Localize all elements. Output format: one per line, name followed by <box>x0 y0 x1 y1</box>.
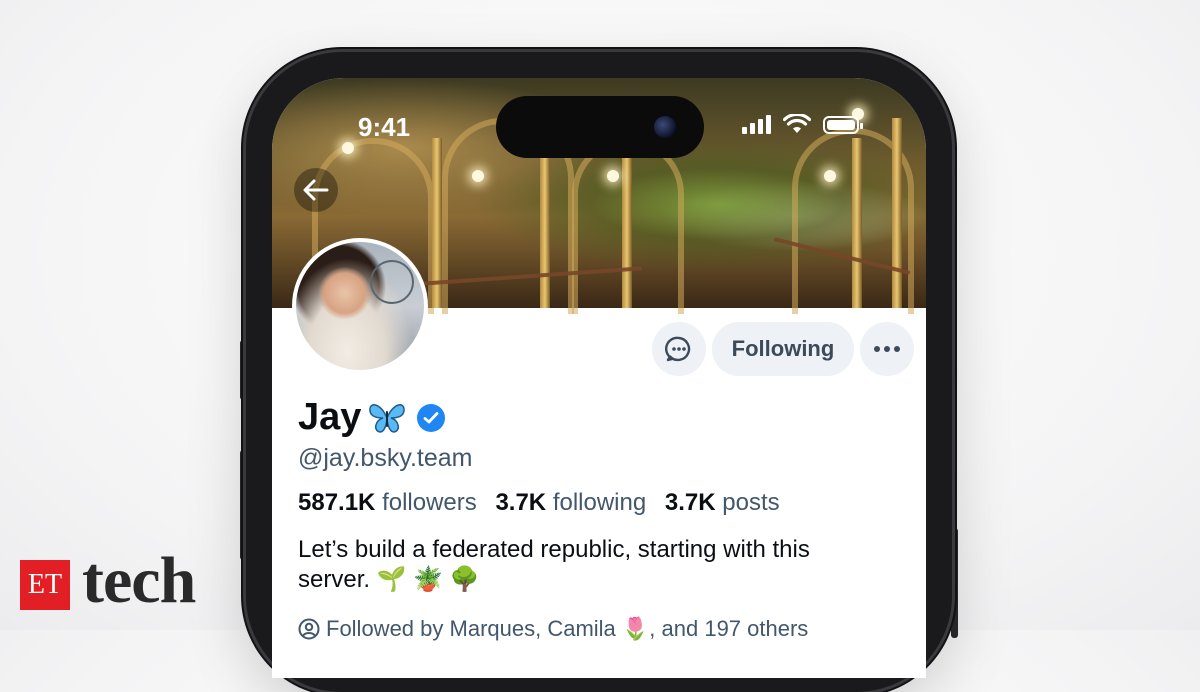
posts-count: 3.7K <box>664 489 716 516</box>
cellular-signal-icon <box>742 114 771 134</box>
profile-bio: Let’s build a federated republic, starti… <box>298 536 810 593</box>
phone-power-button <box>951 528 958 638</box>
banner-lamp <box>472 170 484 182</box>
verified-check-icon <box>417 403 446 432</box>
profile-stats: 587.1K followers 3.7K following 3.7K pos… <box>298 489 780 517</box>
status-icons <box>742 114 863 134</box>
followed-by-row[interactable]: Followed by Marques, Camila 🌷, and 197 o… <box>298 616 808 642</box>
status-time: 9:41 <box>358 112 411 142</box>
chat-bubble-icon <box>665 336 691 362</box>
following-label[interactable]: following <box>553 489 646 516</box>
more-options-button[interactable] <box>860 322 914 376</box>
banner-pillar <box>892 118 902 308</box>
banner-pillar <box>852 138 862 308</box>
followers-count[interactable]: 587.1K <box>298 489 375 516</box>
battery-icon <box>823 116 863 134</box>
following-button[interactable]: Following <box>712 322 854 376</box>
arrow-left-icon <box>303 179 329 201</box>
followers-label[interactable]: followers <box>382 489 477 516</box>
user-circle-icon <box>298 618 320 640</box>
avatar[interactable] <box>292 238 428 374</box>
avatar-background-detail <box>370 260 414 304</box>
wifi-icon <box>783 114 811 133</box>
display-name: Jay <box>298 396 362 438</box>
banner-lamp <box>607 170 619 182</box>
banner-lamp <box>342 142 354 154</box>
banner-pillar <box>622 158 632 308</box>
banner-lamp <box>824 170 836 182</box>
front-camera <box>654 116 676 138</box>
message-button[interactable] <box>652 322 706 376</box>
back-button[interactable] <box>294 168 338 212</box>
butterfly-emoji-icon <box>369 403 406 433</box>
followed-by-text: Followed by Marques, Camila 🌷, and 197 o… <box>326 616 809 641</box>
tech-logo-text: tech <box>82 544 196 617</box>
et-logo: ET <box>20 560 70 610</box>
phone-screen: 9:41 Following Jay @jay.bsky.team 587.1K… <box>272 78 926 678</box>
following-count[interactable]: 3.7K <box>495 489 546 516</box>
more-dots-icon <box>874 346 900 352</box>
profile-handle: @jay.bsky.team <box>298 444 473 472</box>
display-name-row: Jay <box>298 396 446 439</box>
banner-pillar <box>540 148 550 308</box>
posts-label: posts <box>722 489 780 516</box>
